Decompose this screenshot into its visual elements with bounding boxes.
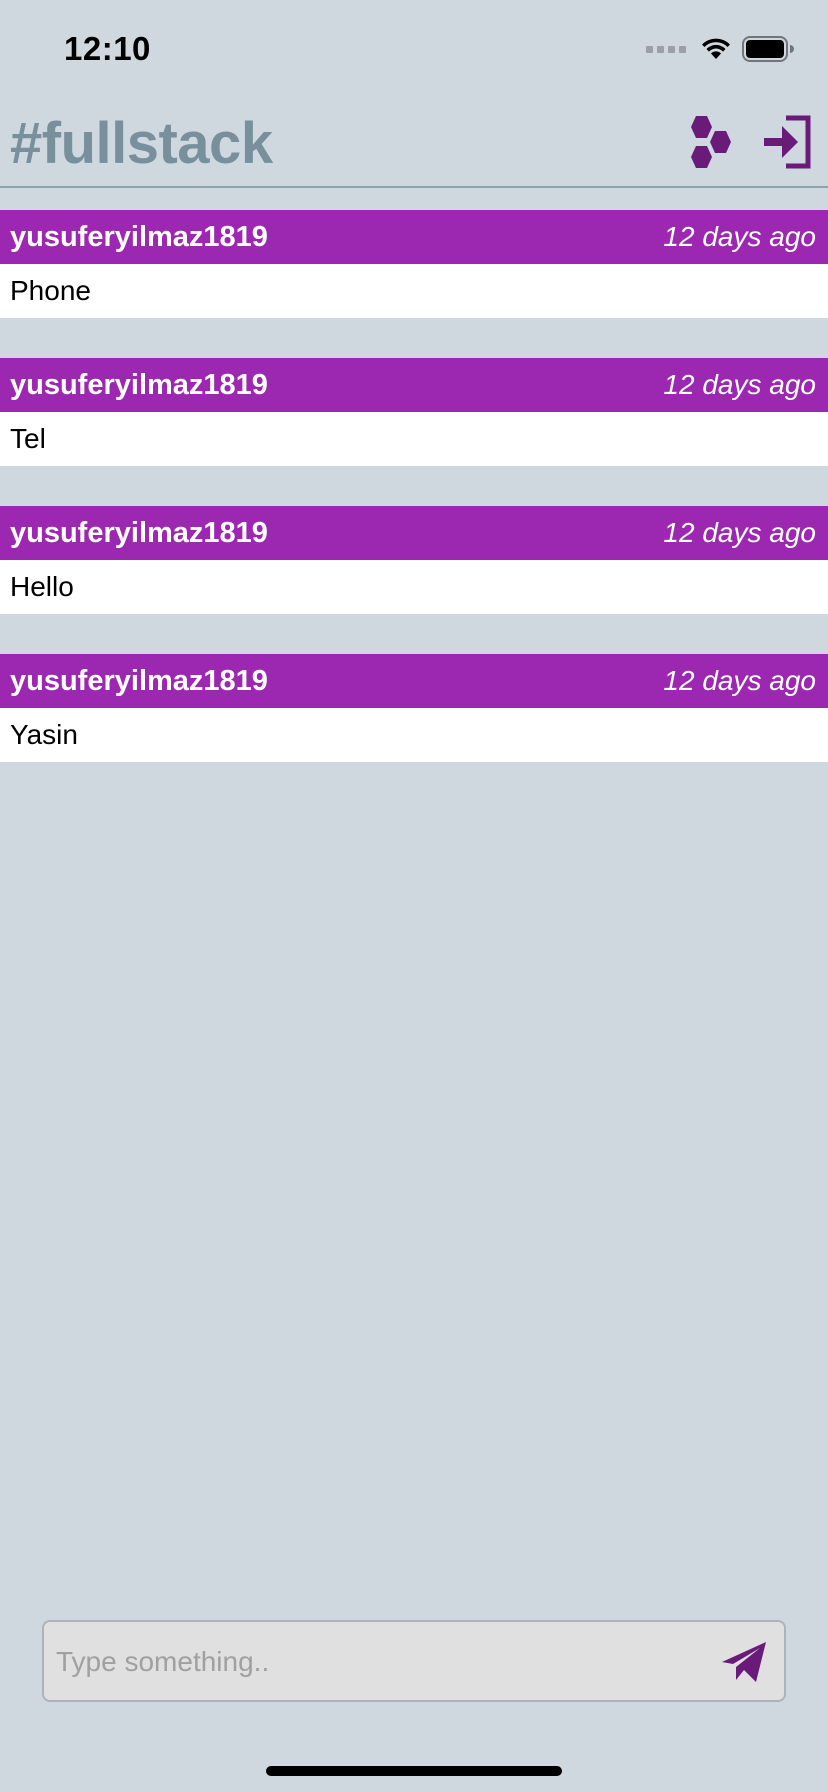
message-header: yusuferyilmaz1819 12 days ago bbox=[0, 506, 828, 560]
message-item: yusuferyilmaz1819 12 days ago Phone bbox=[0, 210, 828, 318]
message-item: yusuferyilmaz1819 12 days ago Yasin bbox=[0, 654, 828, 762]
login-button[interactable] bbox=[762, 114, 814, 170]
send-button[interactable] bbox=[720, 1640, 768, 1684]
hexagons-icon bbox=[691, 116, 731, 168]
message-input[interactable] bbox=[54, 1622, 698, 1702]
message-header: yusuferyilmaz1819 12 days ago bbox=[0, 358, 828, 412]
login-icon bbox=[764, 115, 811, 169]
message-list: yusuferyilmaz1819 12 days ago Phone yusu… bbox=[0, 210, 828, 802]
channel-header: #fullstack bbox=[0, 100, 828, 188]
home-indicator bbox=[266, 1766, 562, 1776]
paper-plane-icon bbox=[722, 1642, 766, 1682]
message-header: yusuferyilmaz1819 12 days ago bbox=[0, 654, 828, 708]
battery-icon bbox=[742, 36, 794, 62]
status-time: 12:10 bbox=[64, 30, 151, 67]
message-timestamp: 12 days ago bbox=[663, 517, 816, 548]
message-text: Yasin bbox=[0, 708, 828, 762]
message-text: Phone bbox=[0, 264, 828, 318]
channels-button[interactable] bbox=[682, 114, 734, 170]
status-bar: 12:10 bbox=[0, 0, 828, 100]
message-username: yusuferyilmaz1819 bbox=[10, 516, 268, 549]
message-header: yusuferyilmaz1819 12 days ago bbox=[0, 210, 828, 264]
message-text: Hello bbox=[0, 560, 828, 614]
message-timestamp: 12 days ago bbox=[663, 665, 816, 696]
message-item: yusuferyilmaz1819 12 days ago Hello bbox=[0, 506, 828, 614]
message-text: Tel bbox=[0, 412, 828, 466]
message-username: yusuferyilmaz1819 bbox=[10, 664, 268, 697]
wifi-icon bbox=[702, 38, 730, 59]
message-item: yusuferyilmaz1819 12 days ago Tel bbox=[0, 358, 828, 466]
message-timestamp: 12 days ago bbox=[663, 369, 816, 400]
status-icons bbox=[646, 34, 794, 64]
message-username: yusuferyilmaz1819 bbox=[10, 368, 268, 401]
message-timestamp: 12 days ago bbox=[663, 221, 816, 252]
message-username: yusuferyilmaz1819 bbox=[10, 220, 268, 253]
message-composer bbox=[42, 1620, 786, 1702]
channel-title: #fullstack bbox=[10, 111, 273, 176]
cellular-signal-icon bbox=[646, 45, 686, 53]
